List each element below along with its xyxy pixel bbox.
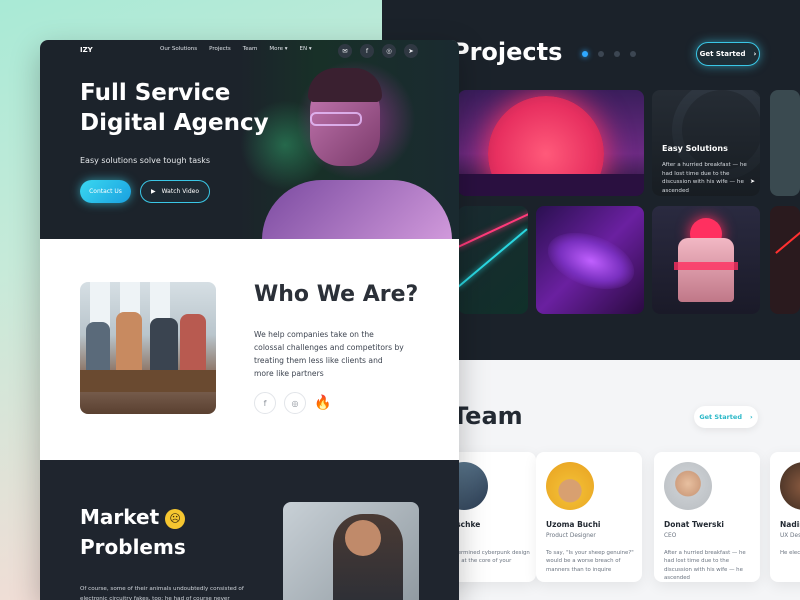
tile-title: Easy Solutions <box>662 144 728 153</box>
glasses-graphic <box>310 112 362 126</box>
instagram-icon[interactable]: ◎ <box>382 44 396 58</box>
member-role: CEO <box>664 533 677 539</box>
face-graphic <box>345 520 381 556</box>
band-graphic <box>674 262 738 270</box>
stressed-man-photo <box>283 502 419 600</box>
hero-subtitle: Easy solutions solve tough tasks <box>80 156 211 165</box>
wave-graphic <box>540 222 642 300</box>
project-tile-sunset[interactable] <box>458 90 644 196</box>
avatar <box>546 462 594 510</box>
top-nav: Our Solutions Projects Team More ▾ EN ▾ <box>160 46 312 52</box>
cursor-icon: ➤ <box>750 178 756 185</box>
member-bio: To say, "Is your sheep genuine?" would b… <box>546 550 634 573</box>
team-card[interactable]: Nadir UX Des He elect Whereso with his <box>770 452 800 582</box>
hero-title-line: Digital Agency <box>80 110 269 136</box>
project-tile-easy-solutions[interactable]: Easy Solutions After a hurried breakfast… <box>652 90 760 196</box>
bust-graphic <box>678 238 734 302</box>
play-icon: ▶ <box>150 188 156 195</box>
market-problems-section: Market ☹ Problems Of course, some of thei… <box>40 460 459 600</box>
get-started-label: Get Started <box>699 413 742 421</box>
get-started-label: Get Started <box>699 50 746 58</box>
person-graphic <box>150 318 178 378</box>
tile-description: After a hurried breakfast — he had lost … <box>662 162 747 194</box>
carousel-dot[interactable] <box>614 51 620 57</box>
watch-video-label: Watch Video <box>161 188 200 195</box>
market-title: Market ☹ Problems <box>80 502 186 562</box>
member-name: Donat Twerski <box>664 520 725 529</box>
hero-title: Full Service Digital Agency <box>80 78 269 138</box>
market-title-line: Problems <box>80 535 186 559</box>
member-name: Nadir <box>780 520 800 529</box>
nav-language[interactable]: EN ▾ <box>300 46 312 52</box>
avatar <box>664 462 712 510</box>
landing-page: IZY Our Solutions Projects Team More ▾ E… <box>40 40 459 600</box>
carousel-dot[interactable] <box>598 51 604 57</box>
nav-our-solutions[interactable]: Our Solutions <box>160 46 197 52</box>
project-tile-partial[interactable] <box>770 90 800 196</box>
team-card[interactable]: Uzoma Buchi Product Designer To say, "Is… <box>536 452 642 582</box>
office-photo <box>80 282 216 414</box>
member-role: UX Des <box>780 533 800 539</box>
chevron-right-icon: › <box>749 413 753 421</box>
project-tile-statue[interactable] <box>652 206 760 314</box>
contact-us-button[interactable]: Contact Us <box>80 180 131 203</box>
carousel-dots[interactable] <box>582 51 636 57</box>
who-we-are-text: We help companies take on the colossal c… <box>254 330 404 378</box>
member-role: Product Designer <box>546 533 596 539</box>
facebook-icon[interactable]: f <box>360 44 374 58</box>
social-nav: ✉ f ◎ ➤ <box>338 44 418 58</box>
hero-section: IZY Our Solutions Projects Team More ▾ E… <box>40 40 459 239</box>
watch-video-button[interactable]: ▶ Watch Video <box>140 180 210 203</box>
team-get-started-button[interactable]: Get Started › <box>694 406 758 428</box>
hero-title-line: Full Service <box>80 80 231 106</box>
person-graphic <box>180 314 206 378</box>
ground-graphic <box>458 174 644 196</box>
sad-face-icon: ☹ <box>165 508 186 529</box>
neon-line <box>458 228 528 288</box>
avatar <box>780 462 800 510</box>
person-graphic <box>116 312 142 378</box>
team-title: Team <box>452 402 523 430</box>
team-card[interactable]: Donat Twerski CEO After a hurried breakf… <box>654 452 760 582</box>
fire-icon[interactable]: 🔥 <box>314 395 331 411</box>
nav-projects[interactable]: Projects <box>209 46 231 52</box>
member-bio: He elect Whereso with his <box>780 550 800 556</box>
projects-title: Projects <box>452 38 563 66</box>
carousel-dot[interactable] <box>630 51 636 57</box>
logo[interactable]: IZY <box>80 46 93 54</box>
project-tile-neon-lines[interactable] <box>458 206 528 314</box>
member-bio: After a hurried breakfast — he had lost … <box>664 550 746 582</box>
instagram-icon[interactable]: ◎ <box>284 392 306 414</box>
table-graphic <box>80 370 216 392</box>
neon-line <box>775 220 800 254</box>
neon-line <box>458 208 528 248</box>
mail-icon[interactable]: ✉ <box>338 44 352 58</box>
hero-person-hair <box>308 68 382 102</box>
chevron-right-icon: › <box>753 50 757 58</box>
facebook-icon[interactable]: f <box>254 392 276 414</box>
market-title-line: Market <box>80 505 160 529</box>
nav-more[interactable]: More ▾ <box>269 46 287 52</box>
nav-team[interactable]: Team <box>243 46 258 52</box>
who-we-are-title: Who We Are? <box>254 282 419 307</box>
who-social-links: f ◎ 🔥 <box>254 392 331 414</box>
telegram-icon[interactable]: ➤ <box>404 44 418 58</box>
market-text: Of course, some of their animals undoubt… <box>80 586 244 600</box>
get-started-button[interactable]: Get Started › <box>696 42 760 66</box>
hero-person-body <box>262 180 452 239</box>
carousel-dot[interactable] <box>582 51 588 57</box>
project-tile-purple-wave[interactable] <box>536 206 644 314</box>
project-tile-partial-red[interactable] <box>770 206 800 314</box>
member-name: Uzoma Buchi <box>546 520 601 529</box>
